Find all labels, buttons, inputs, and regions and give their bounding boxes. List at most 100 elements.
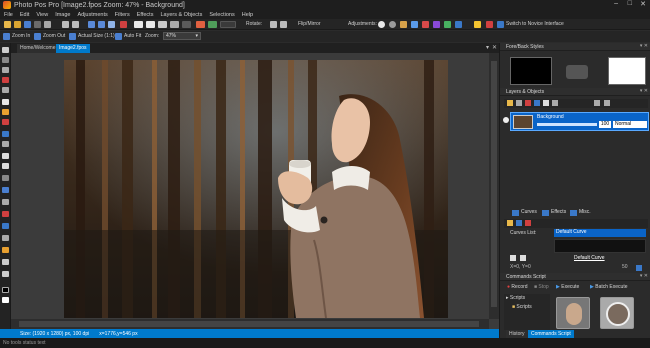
tab-close-icon[interactable]: ✕ <box>492 44 497 51</box>
text-icon[interactable] <box>2 153 9 159</box>
select-icon[interactable] <box>2 67 9 73</box>
hand-icon[interactable] <box>2 259 9 265</box>
smudge-icon[interactable] <box>2 199 9 205</box>
tab-history[interactable]: History <box>506 330 528 338</box>
layer-down-icon[interactable] <box>604 100 610 106</box>
new-layer-icon[interactable] <box>507 100 513 106</box>
tab-misc[interactable]: Misc. <box>570 209 591 218</box>
eraser-icon[interactable] <box>2 119 9 125</box>
star-icon[interactable] <box>474 21 481 28</box>
menu-help[interactable]: Help <box>242 12 253 18</box>
effects-icon[interactable] <box>433 21 440 28</box>
background-style-swatch[interactable] <box>608 57 646 85</box>
resize-icon[interactable] <box>170 21 179 28</box>
delete-layer-icon[interactable] <box>525 100 531 106</box>
tab-commands-script[interactable]: Commands Script <box>528 330 574 338</box>
rect-select-icon[interactable] <box>134 21 143 28</box>
red-eye-icon[interactable] <box>422 21 429 28</box>
tab-image2[interactable]: Image2.fpos <box>56 44 90 53</box>
menu-view[interactable]: View <box>36 12 48 18</box>
curve-help-icon[interactable] <box>636 265 642 271</box>
contrast-icon[interactable] <box>389 21 396 28</box>
layer-mask-icon[interactable] <box>552 100 558 106</box>
save-curve-icon[interactable] <box>516 220 522 226</box>
script-thumbnail-1[interactable] <box>556 297 590 329</box>
saturation-icon[interactable] <box>411 21 418 28</box>
merge-layer-icon[interactable] <box>534 100 540 106</box>
novice-interface-button[interactable]: Switch to Novice Interface <box>506 21 564 27</box>
minimize-icon[interactable]: – <box>614 0 618 7</box>
brush-icon[interactable] <box>2 99 9 105</box>
horizontal-scrollbar[interactable] <box>11 319 489 329</box>
swap-icon[interactable] <box>566 65 588 79</box>
move-icon[interactable] <box>2 57 9 63</box>
delete-icon[interactable] <box>120 21 127 28</box>
record-button[interactable]: ● Record <box>507 284 528 290</box>
cut-icon[interactable] <box>44 21 51 28</box>
paste-new-icon[interactable] <box>108 21 115 28</box>
curves-list-selected[interactable]: Default Curve <box>554 229 646 237</box>
apply-curve-icon[interactable] <box>510 255 516 261</box>
tools-icon[interactable] <box>455 21 462 28</box>
panel-close-icon[interactable]: ▾ ✕ <box>640 88 648 94</box>
vertical-scrollbar[interactable] <box>489 53 499 319</box>
actual-size-button[interactable]: Actual Size (1:1) <box>69 33 115 40</box>
dodge-icon[interactable] <box>2 223 9 229</box>
layer-up-icon[interactable] <box>594 100 600 106</box>
print-icon[interactable] <box>34 21 41 28</box>
scripts-child[interactable]: ■ Scripts <box>512 304 532 310</box>
panel-close-icon[interactable]: ▾ ✕ <box>640 273 648 279</box>
rotate-left-icon[interactable] <box>270 21 277 28</box>
layer-row-background[interactable]: Background 100 Normal <box>503 112 649 131</box>
tab-effects[interactable]: Effects <box>542 209 566 218</box>
crop-icon[interactable] <box>158 21 167 28</box>
new-curve-icon[interactable] <box>507 220 513 226</box>
rect-select-2-icon[interactable] <box>146 21 155 28</box>
background-color-swatch[interactable] <box>2 297 9 303</box>
picker-icon[interactable] <box>2 247 9 253</box>
magic-wand-icon[interactable] <box>2 77 9 83</box>
duplicate-layer-icon[interactable] <box>516 100 522 106</box>
maximize-icon[interactable]: □ <box>628 0 632 7</box>
paste-icon[interactable] <box>98 21 105 28</box>
menu-image[interactable]: Image <box>55 12 70 18</box>
flip-mirror-label[interactable]: Flip/Mirror <box>298 21 321 27</box>
favorites-icon[interactable] <box>486 21 493 28</box>
shape-icon[interactable] <box>2 163 9 169</box>
brightness-icon[interactable] <box>378 21 385 28</box>
menu-selections[interactable]: Selections <box>209 12 234 18</box>
vertical-scroll-thumb[interactable] <box>491 61 497 307</box>
menu-edit[interactable]: Edit <box>20 12 29 18</box>
panel-close-icon[interactable]: ▾ ✕ <box>640 43 648 49</box>
tab-menu-icon[interactable]: ▾ <box>486 44 489 51</box>
menu-adjustments[interactable]: Adjustments <box>77 12 107 18</box>
foreground-style-swatch[interactable] <box>510 57 552 85</box>
pointer-icon[interactable] <box>2 47 9 53</box>
hue-icon[interactable] <box>400 21 407 28</box>
blend-mode-select[interactable]: Normal <box>613 121 647 128</box>
copy-icon[interactable] <box>88 21 95 28</box>
zoom-in-button[interactable]: Zoom In <box>3 33 30 40</box>
menu-filters[interactable]: Filters <box>115 12 130 18</box>
layer-opacity-value[interactable]: 100 <box>599 121 611 128</box>
gradient-icon[interactable] <box>2 141 9 147</box>
default-curve-link[interactable]: Default Curve <box>574 255 605 261</box>
clone-icon[interactable] <box>2 175 9 181</box>
red-eye-tool-icon[interactable] <box>2 211 9 217</box>
angle-dropdown[interactable] <box>220 21 236 28</box>
zoom-out-button[interactable]: Zoom Out <box>34 33 65 40</box>
tab-home-welcome[interactable]: Home/Welcome <box>17 44 59 53</box>
stop-button[interactable]: ■ Stop <box>534 284 549 290</box>
close-icon[interactable]: ✕ <box>640 0 646 8</box>
horizontal-scroll-thumb[interactable] <box>19 321 479 327</box>
save-icon[interactable] <box>24 21 31 28</box>
fill-icon[interactable] <box>2 131 9 137</box>
canvas-icon[interactable] <box>182 21 191 28</box>
menu-effects[interactable]: Effects <box>137 12 154 18</box>
burn-icon[interactable] <box>2 235 9 241</box>
new-file-icon[interactable] <box>4 21 11 28</box>
photo-canvas[interactable] <box>64 60 448 318</box>
auto-fit-button[interactable]: Auto Fit <box>115 33 141 40</box>
layer-opacity-slider[interactable] <box>537 123 597 126</box>
rotate-right-icon[interactable] <box>280 21 287 28</box>
